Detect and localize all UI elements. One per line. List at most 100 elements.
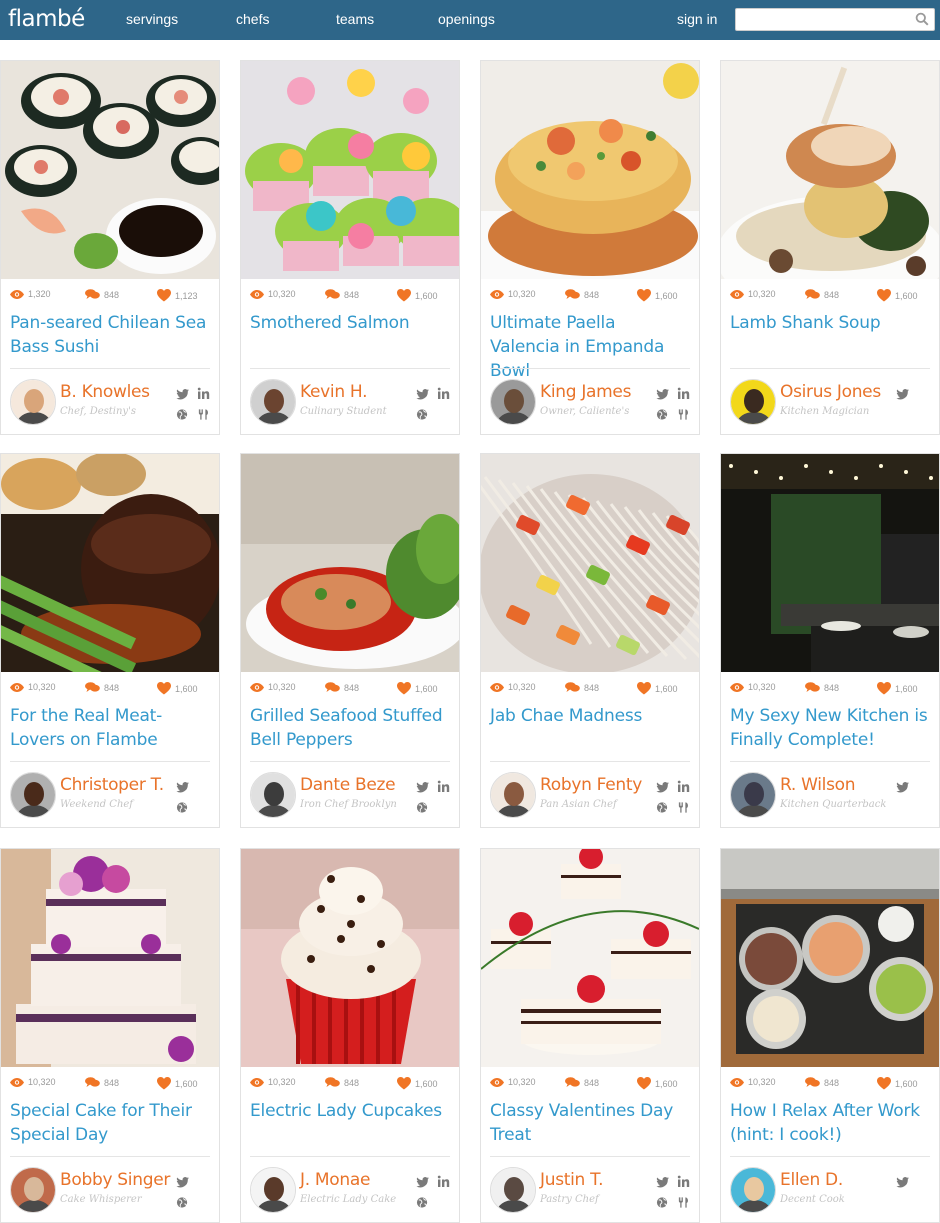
- globe-icon[interactable]: [416, 406, 430, 420]
- likes-stat[interactable]: 1,600: [877, 289, 918, 302]
- serving-card[interactable]: 10,320 848 1,600 Grilled Seafood Stuffed…: [240, 453, 460, 828]
- twitter-icon[interactable]: [896, 1174, 910, 1188]
- likes-stat[interactable]: 1,600: [877, 1077, 918, 1090]
- comments-stat[interactable]: 848: [805, 1077, 839, 1088]
- twitter-icon[interactable]: [176, 386, 190, 400]
- serving-title[interactable]: Electric Lady Cupcakes: [250, 1099, 450, 1151]
- comments-stat[interactable]: 848: [85, 289, 119, 300]
- globe-icon[interactable]: [416, 799, 430, 813]
- serving-card[interactable]: 10,320 848 1,600 Smothered Salmon Kevin …: [240, 60, 460, 435]
- chef-avatar[interactable]: [250, 379, 296, 425]
- comments-stat[interactable]: 848: [805, 289, 839, 300]
- globe-icon[interactable]: [176, 406, 190, 420]
- twitter-icon[interactable]: [416, 1174, 430, 1188]
- likes-stat[interactable]: 1,600: [157, 682, 198, 695]
- serving-title[interactable]: For the Real Meat-Lovers on Flambe: [10, 704, 210, 756]
- fork-icon[interactable]: [677, 799, 691, 813]
- chef-name[interactable]: Osirus Jones: [780, 382, 881, 402]
- nav-teams[interactable]: teams: [336, 11, 374, 27]
- fork-icon[interactable]: [677, 406, 691, 420]
- nav-servings[interactable]: servings: [126, 11, 178, 27]
- comments-stat[interactable]: 848: [85, 682, 119, 693]
- chef-avatar[interactable]: [490, 772, 536, 818]
- fork-icon[interactable]: [677, 1194, 691, 1208]
- globe-icon[interactable]: [656, 799, 670, 813]
- sign-in-link[interactable]: sign in: [677, 11, 717, 27]
- serving-card[interactable]: 10,320 848 1,600 How I Relax After Work …: [720, 848, 940, 1223]
- likes-stat[interactable]: 1,600: [637, 289, 678, 302]
- linkedin-icon[interactable]: [677, 1173, 691, 1187]
- chef-avatar[interactable]: [730, 1167, 776, 1213]
- serving-photo[interactable]: [721, 454, 939, 672]
- serving-title[interactable]: Lamb Shank Soup: [730, 311, 930, 363]
- likes-stat[interactable]: 1,600: [397, 682, 438, 695]
- comments-stat[interactable]: 848: [325, 289, 359, 300]
- twitter-icon[interactable]: [416, 779, 430, 793]
- linkedin-icon[interactable]: [677, 778, 691, 792]
- twitter-icon[interactable]: [176, 1174, 190, 1188]
- globe-icon[interactable]: [176, 1194, 190, 1208]
- chef-avatar[interactable]: [10, 1167, 56, 1213]
- serving-photo[interactable]: [481, 454, 699, 672]
- chef-avatar[interactable]: [10, 772, 56, 818]
- linkedin-icon[interactable]: [437, 385, 451, 399]
- serving-photo[interactable]: [241, 849, 459, 1067]
- twitter-icon[interactable]: [176, 779, 190, 793]
- likes-stat[interactable]: 1,600: [637, 682, 678, 695]
- chef-avatar[interactable]: [490, 379, 536, 425]
- serving-card[interactable]: 10,320 848 1,600 Lamb Shank Soup Osirus …: [720, 60, 940, 435]
- globe-icon[interactable]: [656, 406, 670, 420]
- serving-photo[interactable]: [1, 61, 219, 279]
- likes-stat[interactable]: 1,123: [157, 289, 198, 302]
- comments-stat[interactable]: 848: [565, 682, 599, 693]
- chef-name[interactable]: B. Knowles: [60, 382, 150, 402]
- serving-photo[interactable]: [241, 454, 459, 672]
- likes-stat[interactable]: 1,600: [157, 1077, 198, 1090]
- serving-title[interactable]: How I Relax After Work (hint: I cook!): [730, 1099, 930, 1151]
- comments-stat[interactable]: 848: [805, 682, 839, 693]
- chef-name[interactable]: R. Wilson: [780, 775, 856, 795]
- serving-card[interactable]: 10,320 848 1,600 My Sexy New Kitchen is …: [720, 453, 940, 828]
- chef-avatar[interactable]: [490, 1167, 536, 1213]
- serving-photo[interactable]: [481, 61, 699, 279]
- linkedin-icon[interactable]: [197, 385, 211, 399]
- chef-name[interactable]: Dante Beze: [300, 775, 396, 795]
- serving-title[interactable]: Grilled Seafood Stuffed Bell Peppers: [250, 704, 450, 756]
- chef-name[interactable]: Christoper T.: [60, 775, 164, 795]
- comments-stat[interactable]: 848: [565, 1077, 599, 1088]
- chef-avatar[interactable]: [250, 1167, 296, 1213]
- comments-stat[interactable]: 848: [325, 682, 359, 693]
- chef-name[interactable]: Robyn Fenty: [540, 775, 642, 795]
- nav-chefs[interactable]: chefs: [236, 11, 269, 27]
- serving-title[interactable]: Ultimate Paella Valencia in Empanda Bowl: [490, 311, 690, 381]
- comments-stat[interactable]: 848: [85, 1077, 119, 1088]
- serving-photo[interactable]: [1, 454, 219, 672]
- twitter-icon[interactable]: [896, 779, 910, 793]
- serving-photo[interactable]: [1, 849, 219, 1067]
- chef-name[interactable]: Bobby Singer: [60, 1170, 170, 1190]
- search-icon[interactable]: [915, 12, 929, 26]
- serving-title[interactable]: Jab Chae Madness: [490, 704, 690, 756]
- likes-stat[interactable]: 1,600: [397, 1077, 438, 1090]
- likes-stat[interactable]: 1,600: [637, 1077, 678, 1090]
- serving-card[interactable]: 1,320 848 1,123 Pan-seared Chilean Sea B…: [0, 60, 220, 435]
- likes-stat[interactable]: 1,600: [877, 682, 918, 695]
- serving-title[interactable]: My Sexy New Kitchen is Finally Complete!: [730, 704, 930, 756]
- nav-openings[interactable]: openings: [438, 11, 495, 27]
- comments-stat[interactable]: 848: [565, 289, 599, 300]
- serving-title[interactable]: Special Cake for Their Special Day: [10, 1099, 210, 1151]
- linkedin-icon[interactable]: [437, 778, 451, 792]
- chef-avatar[interactable]: [730, 772, 776, 818]
- chef-avatar[interactable]: [730, 379, 776, 425]
- linkedin-icon[interactable]: [437, 1173, 451, 1187]
- fork-icon[interactable]: [197, 406, 211, 420]
- serving-photo[interactable]: [721, 61, 939, 279]
- serving-title[interactable]: Smothered Salmon: [250, 311, 450, 363]
- serving-card[interactable]: 10,320 848 1,600 Special Cake for Their …: [0, 848, 220, 1223]
- serving-title[interactable]: Classy Valentines Day Treat: [490, 1099, 690, 1151]
- serving-card[interactable]: 10,320 848 1,600 Jab Chae Madness Robyn …: [480, 453, 700, 828]
- serving-card[interactable]: 10,320 848 1,600 Ultimate Paella Valenci…: [480, 60, 700, 435]
- chef-name[interactable]: Kevin H.: [300, 382, 368, 402]
- serving-title[interactable]: Pan-seared Chilean Sea Bass Sushi: [10, 311, 210, 363]
- chef-name[interactable]: Ellen D.: [780, 1170, 843, 1190]
